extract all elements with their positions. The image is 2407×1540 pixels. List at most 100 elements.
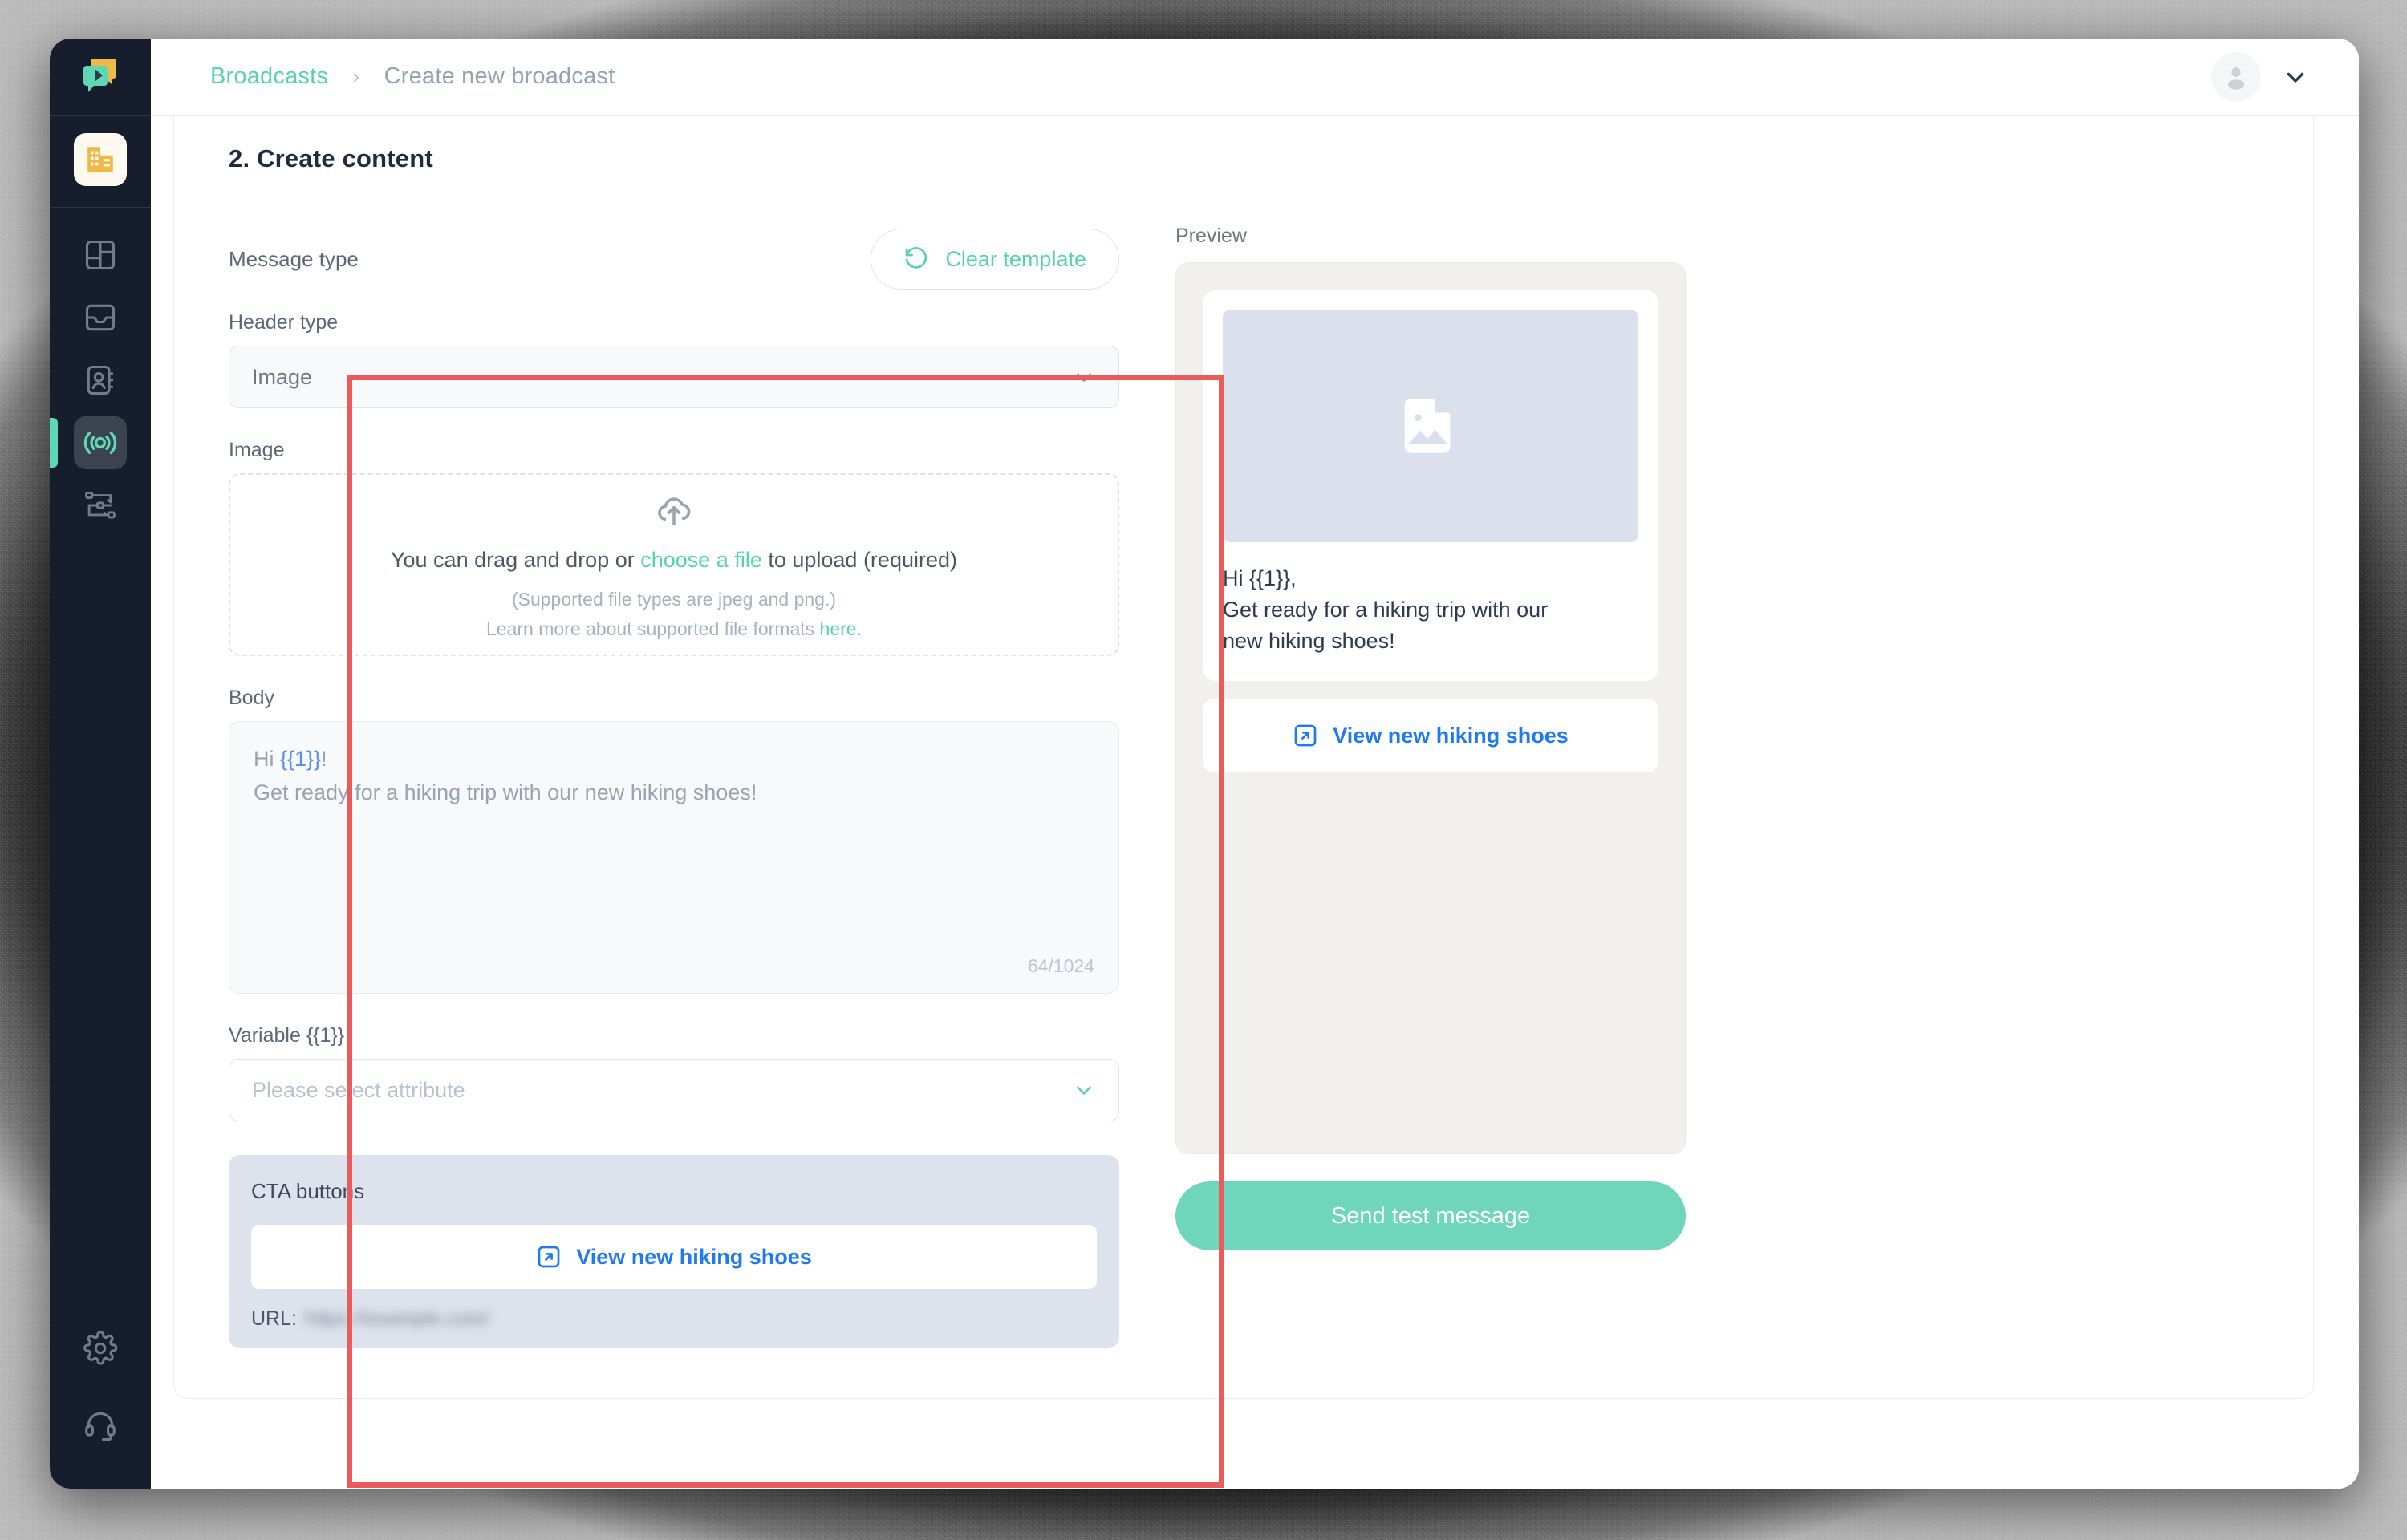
- page-title: 2. Create content: [229, 144, 433, 172]
- user-avatar-icon: [2227, 67, 2245, 90]
- sidebar-nav-bottom: [50, 1322, 151, 1489]
- dropzone-text-after: to upload (required): [761, 547, 957, 572]
- broadcast-icon: [83, 432, 117, 454]
- dashboard-icon: [85, 240, 116, 270]
- send-test-message-label: Send test message: [1330, 1202, 1531, 1229]
- cta-url-row: URL: https://example.com/: [251, 1289, 1097, 1348]
- contacts-icon: [87, 365, 114, 395]
- sidebar-item-automations[interactable]: [74, 479, 127, 532]
- header-type-select[interactable]: Image: [229, 346, 1119, 408]
- sidebar-item-support[interactable]: [74, 1399, 127, 1452]
- dropzone-text-before: You can drag and drop or: [390, 547, 641, 572]
- preview-line-1: Hi {{1}},: [1223, 566, 1297, 590]
- clear-template-button[interactable]: Clear template: [871, 229, 1119, 290]
- building-icon: [87, 147, 113, 172]
- preview-frame: Hi {{1}}, Get ready for a hiking trip wi…: [1175, 262, 1686, 1154]
- sidebar-item-broadcasts[interactable]: [50, 416, 127, 469]
- main-region: Broadcasts › Create new broadcast 2. Cre…: [151, 38, 2359, 1489]
- chat-bubbles-logo-icon: [83, 58, 116, 92]
- app-logo[interactable]: [50, 38, 151, 116]
- sidebar-divider: [50, 207, 151, 208]
- variable-label: Variable {{1}}: [229, 1024, 345, 1047]
- breadcrumb: Broadcasts › Create new broadcast: [210, 63, 615, 90]
- header-type-field: Header type Image: [229, 311, 1119, 408]
- chevron-down-icon[interactable]: [2282, 63, 2309, 91]
- header-type-value: Image: [252, 364, 313, 389]
- preview-image-placeholder: [1223, 310, 1638, 542]
- cta-buttons-panel: CTA buttons View new hiking shoes URL: h…: [229, 1155, 1119, 1348]
- cloud-upload-icon: [658, 496, 691, 525]
- preview-cta-label: View new hiking shoes: [1333, 723, 1569, 748]
- preview-line-3: new hiking shoes!: [1223, 629, 1395, 654]
- reset-icon: [906, 247, 927, 269]
- variable-attribute-select[interactable]: Please select attribute: [229, 1059, 1119, 1121]
- content-card: 2. Create content Message type Clear tem…: [173, 116, 2314, 1488]
- dropzone-main-text: You can drag and drop or choose a file t…: [391, 548, 957, 573]
- chevron-down-icon: [1077, 373, 1091, 382]
- body-textarea[interactable]: Hi {{1}}! Get ready for a hiking trip wi…: [229, 721, 1119, 994]
- image-dropzone[interactable]: You can drag and drop or choose a file t…: [229, 473, 1119, 656]
- learn-more-after: .: [856, 618, 862, 639]
- external-link-icon: [538, 1246, 560, 1268]
- sidebar-item-dashboard[interactable]: [74, 229, 127, 282]
- cta-button[interactable]: View new hiking shoes: [251, 1225, 1097, 1289]
- body-field: Body Hi {{1}}! Get ready for a hiking tr…: [229, 687, 1119, 994]
- cta-button-label: View new hiking shoes: [576, 1244, 812, 1269]
- choose-a-file-link[interactable]: choose a file: [640, 548, 762, 572]
- body-greeting: Hi: [254, 747, 280, 771]
- automation-icon: [85, 491, 116, 519]
- account-menu[interactable]: [2211, 51, 2309, 102]
- sidebar-item-workspace[interactable]: [74, 133, 127, 186]
- sidebar-item-settings[interactable]: [74, 1322, 127, 1375]
- header-type-label: Header type: [229, 311, 339, 334]
- chevron-down-icon: [1077, 1086, 1091, 1095]
- avatar[interactable]: [2211, 51, 2261, 102]
- top-bar: Broadcasts › Create new broadcast: [151, 38, 2359, 116]
- cta-section-title: CTA buttons: [251, 1179, 365, 1203]
- send-test-message-button[interactable]: Send test message: [1175, 1181, 1686, 1250]
- inbox-icon: [85, 304, 116, 331]
- body-line-1: Hi {{1}}!: [254, 743, 1094, 776]
- image-placeholder-icon: [1404, 399, 1451, 453]
- preview-message-text: Hi {{1}}, Get ready for a hiking trip wi…: [1223, 563, 1638, 657]
- two-column-layout: Message type Clear template Header type …: [229, 225, 2262, 1348]
- sidebar-item-contacts[interactable]: [74, 354, 127, 407]
- supported-types-text: (Supported file types are jpeg and png.): [511, 588, 837, 610]
- cta-url-value: https://example.com/: [304, 1307, 490, 1330]
- message-type-label: Message type: [229, 246, 359, 271]
- clear-template-label: Clear template: [945, 246, 1086, 271]
- variable-field: Variable {{1}} Please select attribute: [229, 1024, 1119, 1121]
- learn-more-link[interactable]: here: [820, 618, 857, 639]
- app-window: Broadcasts › Create new broadcast 2. Cre…: [50, 38, 2359, 1489]
- breadcrumb-link-broadcasts[interactable]: Broadcasts: [210, 63, 328, 89]
- variable-placeholder: Please select attribute: [252, 1077, 465, 1102]
- breadcrumb-separator: ›: [352, 64, 360, 88]
- body-char-counter: 64/1024: [1027, 955, 1094, 976]
- external-link-icon: [1294, 725, 1317, 747]
- body-label: Body: [229, 687, 274, 709]
- content-inner: 2. Create content Message type Clear tem…: [174, 116, 2313, 1398]
- message-type-row: Message type Clear template: [229, 225, 1119, 294]
- learn-more-text: Learn more about supported file formats …: [486, 618, 862, 640]
- sidebar-item-inbox[interactable]: [74, 291, 127, 344]
- headset-icon: [85, 1412, 116, 1441]
- cta-url-label: URL:: [251, 1307, 297, 1330]
- preview-column: Preview Hi {{1}}, Get ready for a hiking…: [1119, 225, 2262, 1348]
- body-variable-token: {{1}}: [280, 747, 322, 771]
- gear-icon: [83, 1331, 118, 1365]
- sidebar-nav-top: [50, 116, 151, 532]
- preview-line-2: Get ready for a hiking trip with our: [1223, 598, 1549, 622]
- body-greeting-end: !: [321, 747, 327, 771]
- image-label: Image: [229, 439, 285, 461]
- breadcrumb-current: Create new broadcast: [384, 63, 615, 89]
- preview-label: Preview: [1175, 225, 1247, 247]
- learn-more-before: Learn more about supported file formats: [486, 618, 820, 639]
- body-line-2: Get ready for a hiking trip with our new…: [254, 780, 757, 804]
- preview-cta-button[interactable]: View new hiking shoes: [1204, 699, 1658, 773]
- content-scroll-area: 2. Create content Message type Clear tem…: [151, 116, 2359, 1489]
- sidebar: [50, 38, 151, 1489]
- preview-message-bubble: Hi {{1}}, Get ready for a hiking trip wi…: [1204, 290, 1658, 682]
- form-column: Message type Clear template Header type …: [229, 225, 1119, 1348]
- active-indicator: [50, 418, 58, 468]
- image-upload-field: Image You can drag and drop or choose a …: [229, 439, 1119, 656]
